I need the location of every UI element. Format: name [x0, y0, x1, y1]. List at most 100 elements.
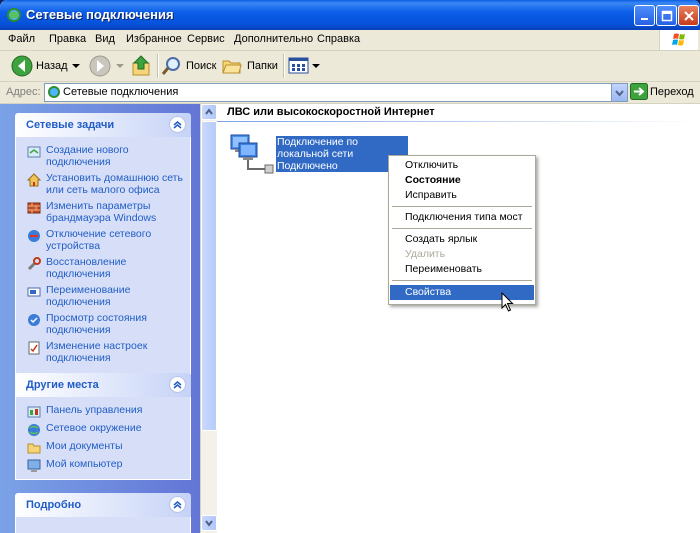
task-repair-connection[interactable]: Восстановление подключения: [16, 256, 190, 280]
address-label: Адрес:: [6, 86, 41, 98]
menu-item-rename[interactable]: Переименовать: [390, 262, 534, 277]
my-computer-icon: [27, 459, 41, 472]
chevron-down-icon: [72, 64, 80, 68]
details-group: Подробно: [15, 493, 191, 533]
task-create-connection[interactable]: Создание нового подключения: [16, 144, 190, 168]
menu-favorites[interactable]: Избранное: [126, 33, 182, 45]
back-button[interactable]: Назад: [10, 54, 88, 78]
menu-item-disconnect[interactable]: Отключить: [390, 158, 534, 173]
menu-item-delete[interactable]: Удалить: [390, 247, 534, 262]
close-icon: [683, 10, 694, 21]
menu-item-bridge[interactable]: Подключения типа мост: [390, 210, 534, 225]
close-button[interactable]: [678, 5, 699, 26]
go-label: Переход: [650, 86, 694, 98]
context-menu: Отключить Состояние Исправить Подключени…: [388, 155, 536, 305]
task-pane-scrollbar[interactable]: [200, 104, 217, 533]
menu-item-repair[interactable]: Исправить: [390, 188, 534, 203]
folders-button[interactable]: Папки: [221, 54, 279, 78]
forward-button[interactable]: [88, 54, 112, 78]
control-panel-icon: [27, 406, 41, 418]
chevron-down-icon: [615, 90, 624, 97]
network-tasks-group: Сетевые задачи Создание нового подключен…: [15, 113, 191, 375]
menu-file[interactable]: Файл: [8, 33, 35, 45]
network-tasks-header[interactable]: Сетевые задачи: [15, 113, 191, 137]
title-bar[interactable]: Сетевые подключения: [0, 0, 700, 30]
task-firewall-settings[interactable]: Изменить параметры брандмауэра Windows: [16, 200, 190, 224]
menu-separator: [392, 206, 532, 207]
details-header[interactable]: Подробно: [15, 493, 191, 517]
mouse-cursor-icon: [501, 292, 514, 312]
views-icon: [288, 57, 309, 74]
standard-toolbar: Назад Поиск Папки: [0, 51, 700, 82]
collapse-button[interactable]: [169, 376, 186, 393]
network-tasks-list: Создание нового подключения Установить д…: [15, 137, 191, 375]
maximize-button[interactable]: [656, 5, 677, 26]
menu-separator: [392, 228, 532, 229]
task-disable-device[interactable]: Отключение сетевого устройства: [16, 228, 190, 252]
search-icon: [161, 57, 180, 75]
go-arrow-icon: [630, 83, 648, 100]
new-connection-icon: [27, 146, 41, 158]
collapse-button[interactable]: [169, 496, 186, 513]
firewall-icon: [27, 202, 41, 214]
network-connections-icon: [7, 8, 21, 22]
scroll-thumb[interactable]: [201, 121, 217, 431]
views-dropdown-icon: [312, 64, 320, 68]
place-my-documents[interactable]: Мои документы: [16, 440, 190, 454]
other-places-header[interactable]: Другие места: [15, 373, 191, 397]
menu-tools[interactable]: Сервис: [187, 33, 225, 45]
task-home-network[interactable]: Установить домашнюю сеть или сеть малого…: [16, 172, 190, 196]
disable-device-icon: [28, 230, 40, 242]
scroll-down-button[interactable]: [201, 515, 217, 531]
home-network-icon: [27, 173, 41, 187]
menu-advanced[interactable]: Дополнительно: [234, 33, 313, 45]
menu-item-status[interactable]: Состояние: [390, 173, 534, 188]
go-button[interactable]: Переход: [628, 83, 698, 101]
up-folder-button[interactable]: [131, 54, 153, 78]
address-bar: Адрес: Сетевые подключения Переход: [0, 82, 700, 104]
address-input[interactable]: Сетевые подключения: [44, 83, 628, 102]
chevron-down-icon: [205, 520, 213, 527]
menu-view[interactable]: Вид: [95, 33, 115, 45]
place-control-panel[interactable]: Панель управления: [16, 404, 190, 418]
place-my-computer[interactable]: Мой компьютер: [16, 458, 190, 472]
search-label: Поиск: [186, 60, 217, 72]
explorer-window: Сетевые подключения Файл Правка Вид Избр…: [0, 0, 700, 533]
menu-separator: [392, 280, 532, 281]
minimize-button[interactable]: [634, 5, 655, 26]
other-places-title: Другие места: [26, 379, 99, 391]
folders-icon: [222, 60, 242, 74]
network-connections-icon: [48, 86, 60, 98]
repair-icon: [27, 257, 41, 271]
chevron-up-icon: [205, 108, 213, 115]
menu-edit[interactable]: Правка: [49, 33, 86, 45]
my-documents-icon: [27, 443, 41, 454]
windows-logo: [659, 30, 698, 50]
place-network-neighborhood[interactable]: Сетевое окружение: [16, 422, 190, 436]
menu-item-create-shortcut[interactable]: Создать ярлык: [390, 232, 534, 247]
category-header: ЛВС или высокоскоростной Интернет: [227, 106, 435, 118]
forward-dropdown-icon[interactable]: [116, 64, 124, 70]
settings-icon: [28, 341, 40, 355]
task-pane: Сетевые задачи Создание нового подключен…: [0, 104, 200, 533]
address-dropdown-button[interactable]: [611, 84, 627, 101]
details-body: [15, 517, 191, 533]
details-title: Подробно: [26, 499, 82, 511]
back-arrow-icon: [11, 55, 33, 77]
menu-help[interactable]: Справка: [317, 33, 360, 45]
other-places-list: Панель управления Сетевое окружение Мои …: [15, 397, 191, 480]
maximize-icon: [661, 10, 672, 21]
back-label: Назад: [36, 60, 68, 72]
category-divider: [217, 121, 700, 122]
scroll-up-button[interactable]: [201, 104, 217, 120]
collapse-button[interactable]: [169, 116, 186, 133]
task-rename-connection[interactable]: Переименование подключения: [16, 284, 190, 308]
task-change-settings[interactable]: Изменение настроек подключения: [16, 340, 190, 364]
windows-flag-icon: [672, 33, 685, 46]
chevron-up-icon: [173, 121, 182, 129]
views-button[interactable]: [288, 55, 320, 77]
search-button[interactable]: Поиск: [161, 54, 216, 78]
task-view-status[interactable]: Просмотр состояния подключения: [16, 312, 190, 336]
lan-connection-icon[interactable]: [229, 131, 275, 175]
network-tasks-title: Сетевые задачи: [26, 119, 115, 131]
